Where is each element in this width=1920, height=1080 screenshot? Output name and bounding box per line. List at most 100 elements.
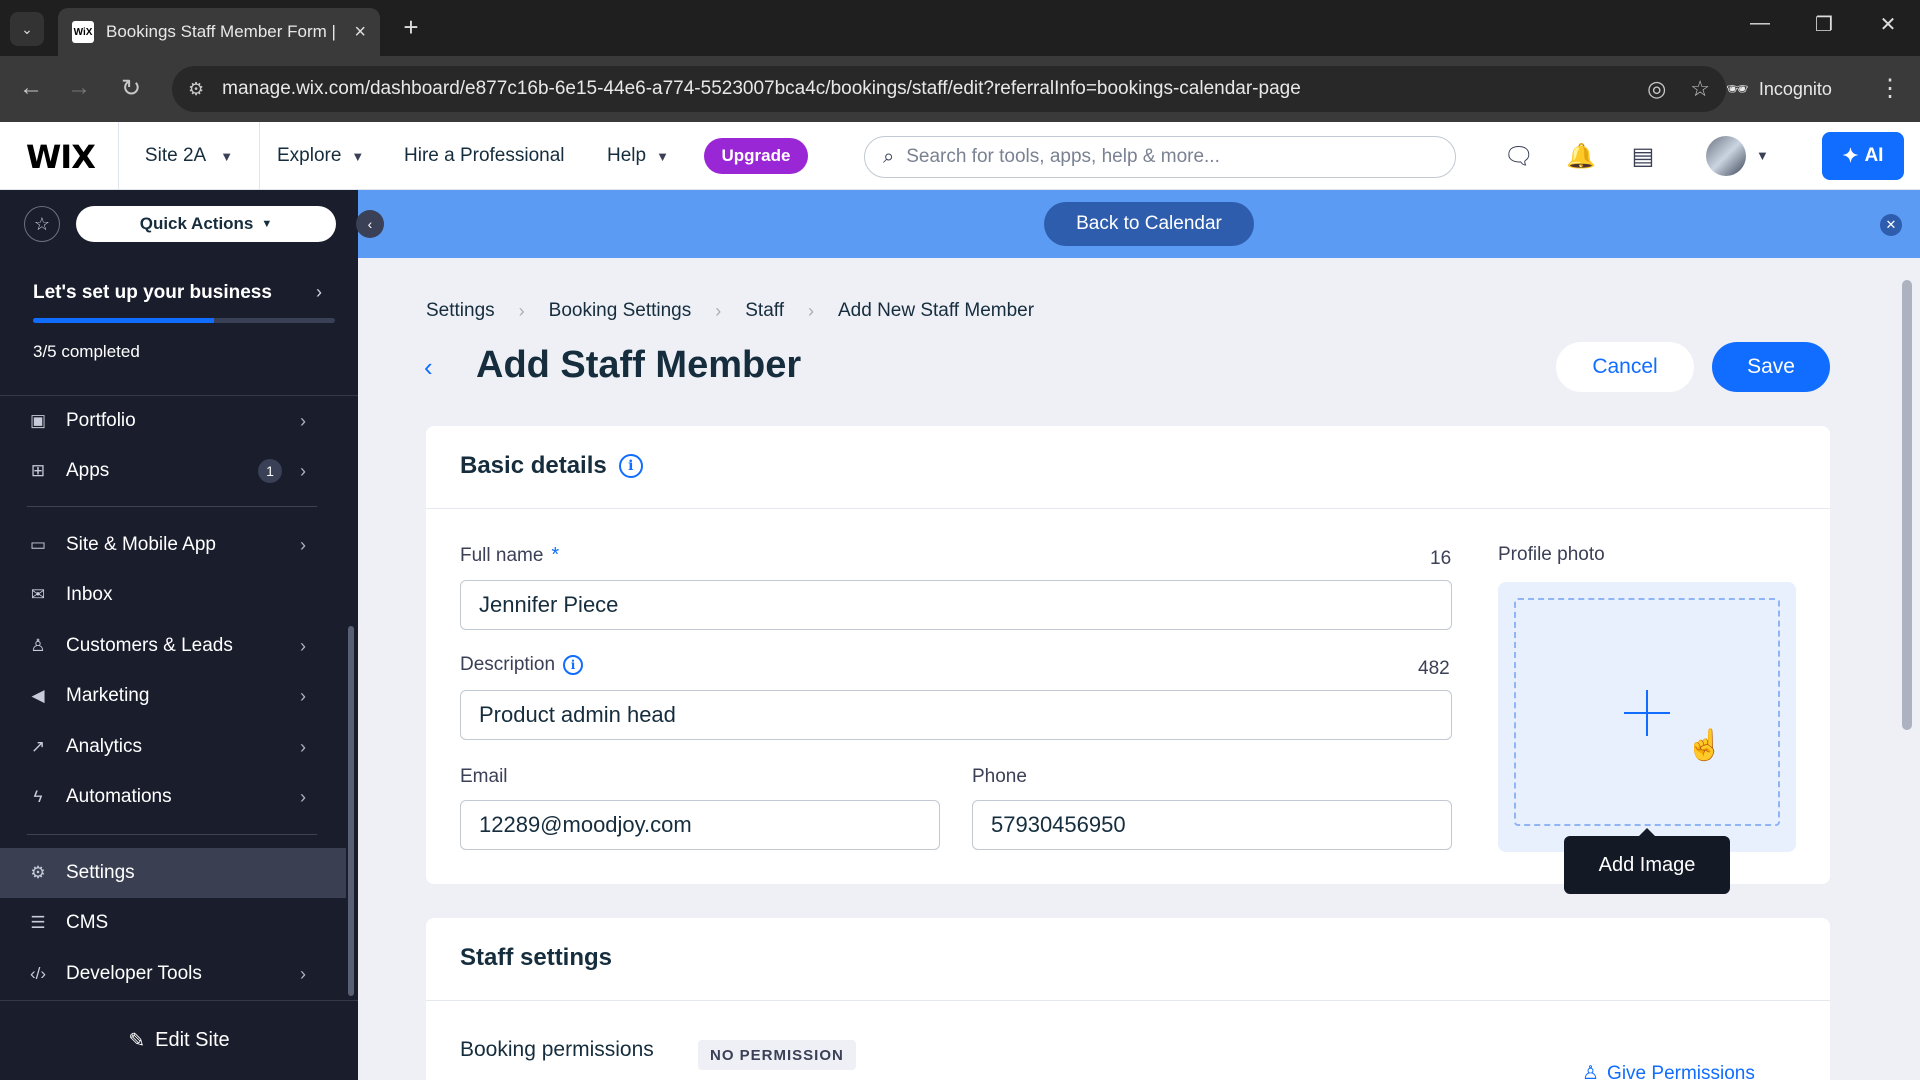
url-text: manage.wix.com/dashboard/e877c16b-6e15-4…: [222, 78, 1301, 99]
wix-logo[interactable]: WIX: [26, 138, 96, 176]
tab-search-chevron-icon[interactable]: ⌄: [10, 12, 44, 46]
description-input[interactable]: [460, 690, 1452, 740]
quick-actions-button[interactable]: Quick Actions ▼: [76, 206, 336, 242]
tab-close-icon[interactable]: ×: [354, 21, 366, 44]
phone-field[interactable]: [972, 800, 1452, 850]
restore-icon[interactable]: ❐: [1804, 12, 1844, 37]
eye-off-icon[interactable]: ◎: [1647, 76, 1666, 102]
bookmark-star-icon[interactable]: ☆: [1690, 76, 1710, 102]
new-tab-plus-icon[interactable]: +: [396, 12, 426, 42]
edit-site-button[interactable]: ✎ Edit Site: [0, 1000, 358, 1080]
sparkle-icon: ✦: [1842, 145, 1859, 167]
bell-icon[interactable]: 🔔: [1565, 142, 1597, 171]
site-selector[interactable]: Site 2A ▼: [118, 122, 260, 190]
save-button[interactable]: Save: [1712, 342, 1830, 392]
sidebar-item-customers-leads[interactable]: ♙ Customers & Leads ›: [0, 621, 346, 671]
portfolio-icon: ▣: [29, 411, 47, 430]
sidebar-item-portfolio[interactable]: ▣ Portfolio ›: [0, 396, 346, 446]
chat-icon[interactable]: 🗨: [1503, 142, 1535, 171]
wix-favicon-icon: WiX: [72, 21, 94, 43]
browser-menu-icon[interactable]: ⋮: [1878, 74, 1902, 103]
sidebar-item-label: Customers & Leads: [66, 635, 233, 656]
email-label-text: Email: [460, 766, 508, 787]
cancel-button[interactable]: Cancel: [1556, 342, 1694, 392]
news-feed-icon[interactable]: ▤: [1627, 142, 1659, 171]
collapse-sidebar-chevron-icon[interactable]: ‹: [356, 210, 384, 238]
info-icon[interactable]: i: [563, 655, 584, 675]
chevron-down-icon[interactable]: ▼: [1756, 148, 1769, 163]
nav-explore[interactable]: Explore ▼: [277, 122, 364, 190]
setup-progress-card[interactable]: Let's set up your business › 3/5 complet…: [0, 258, 358, 396]
chevron-right-icon: ›: [715, 300, 722, 321]
setup-progress-fill: [33, 318, 215, 323]
browser-address-bar: ← → ↻ ⚙ manage.wix.com/dashboard/e877c16…: [0, 56, 1920, 122]
breadcrumb-settings[interactable]: Settings: [426, 300, 495, 322]
nav-hire-professional[interactable]: Hire a Professional: [404, 122, 565, 190]
back-chevron-icon[interactable]: ‹: [424, 352, 433, 383]
sidebar-item-site-mobile-app[interactable]: ▭ Site & Mobile App ›: [0, 520, 346, 570]
booking-permissions-label: Booking permissions: [460, 1038, 654, 1062]
sidebar-item-analytics[interactable]: ↗ Analytics ›: [0, 722, 346, 772]
browser-tab[interactable]: WiX Bookings Staff Member Form | ×: [58, 8, 380, 56]
minimize-icon[interactable]: —: [1740, 12, 1780, 35]
search-bar[interactable]: ⌕: [864, 136, 1456, 178]
give-permissions-link[interactable]: ♙ Give Permissions: [1582, 1062, 1755, 1080]
chevron-down-icon: ▼: [220, 148, 234, 164]
sidebar-item-settings[interactable]: ⚙ Settings: [0, 848, 346, 898]
main-scrollbar[interactable]: [1902, 280, 1912, 730]
sidebar-item-inbox[interactable]: ✉ Inbox: [0, 570, 346, 620]
forward-icon[interactable]: →: [64, 74, 94, 102]
required-asterisk: *: [551, 544, 560, 566]
omnibox[interactable]: ⚙ manage.wix.com/dashboard/e877c16b-6e15…: [172, 66, 1726, 112]
staff-settings-title-text: Staff settings: [460, 944, 613, 971]
setup-progress-bar: [33, 318, 335, 323]
full-name-label: Full name *: [460, 544, 559, 567]
reload-icon[interactable]: ↻: [116, 74, 146, 103]
description-counter: 482: [1418, 658, 1450, 679]
upgrade-button[interactable]: Upgrade: [704, 138, 808, 174]
window-close-icon[interactable]: ✕: [1868, 12, 1908, 37]
pencil-icon: ✎: [128, 1030, 146, 1052]
sidebar-item-apps[interactable]: ⊞ Apps 1 ›: [0, 446, 346, 496]
staff-settings-card: Staff settings Booking permissions: [426, 918, 1830, 1080]
sidebar-item-automations[interactable]: ϟ Automations ›: [0, 772, 346, 822]
email-field[interactable]: [460, 800, 940, 850]
gear-icon: ⚙: [30, 863, 46, 882]
full-name-label-text: Full name: [460, 544, 544, 566]
site-info-icon[interactable]: ⚙: [188, 79, 204, 100]
profile-photo-label-text: Profile photo: [1498, 544, 1605, 565]
wix-top-bar: WIX Site 2A ▼ Explore ▼ Hire a Professio…: [0, 122, 1920, 190]
apps-count-badge: 1: [258, 459, 282, 483]
profile-photo-label: Profile photo: [1498, 544, 1605, 566]
breadcrumb-booking-settings[interactable]: Booking Settings: [549, 300, 692, 322]
chevron-right-icon: ›: [807, 300, 814, 321]
chevron-right-icon: ›: [300, 410, 306, 431]
sidebar-item-developer-tools[interactable]: ‹/› Developer Tools ›: [0, 949, 346, 999]
ai-button[interactable]: ✦ AI: [1822, 132, 1904, 180]
search-input[interactable]: [906, 146, 1437, 168]
back-to-calendar-button[interactable]: Back to Calendar: [1044, 202, 1254, 246]
sidebar-item-marketing[interactable]: ◀ Marketing ›: [0, 671, 346, 721]
full-name-input[interactable]: [460, 580, 1452, 630]
nav-help[interactable]: Help ▼: [607, 122, 669, 190]
banner-close-icon[interactable]: ✕: [1880, 214, 1902, 236]
chevron-right-icon: ›: [300, 534, 306, 555]
chevron-right-icon: ›: [300, 635, 306, 656]
breadcrumb-staff[interactable]: Staff: [745, 300, 784, 322]
star-icon[interactable]: ☆: [24, 206, 60, 242]
chevron-down-icon: ▼: [261, 218, 273, 230]
photo-drop-area[interactable]: [1514, 598, 1780, 826]
sidebar-scrollbar[interactable]: [348, 626, 354, 996]
site-name: Site 2A: [144, 145, 207, 166]
back-icon[interactable]: ←: [16, 74, 46, 102]
booking-permissions-label-text: Booking permissions: [460, 1038, 654, 1061]
incognito-label: Incognito: [1758, 78, 1832, 99]
tab-title: Bookings Staff Member Form |: [106, 22, 336, 41]
info-icon[interactable]: i: [618, 454, 643, 478]
profile-photo-upload[interactable]: [1498, 582, 1796, 852]
incognito-indicator[interactable]: 🕶 Incognito: [1726, 66, 1832, 112]
sidebar-item-cms[interactable]: ☰ CMS: [0, 898, 346, 948]
avatar[interactable]: [1706, 136, 1746, 176]
sidebar-item-label: Apps: [66, 460, 110, 481]
sidebar-item-label: Portfolio: [66, 410, 136, 431]
